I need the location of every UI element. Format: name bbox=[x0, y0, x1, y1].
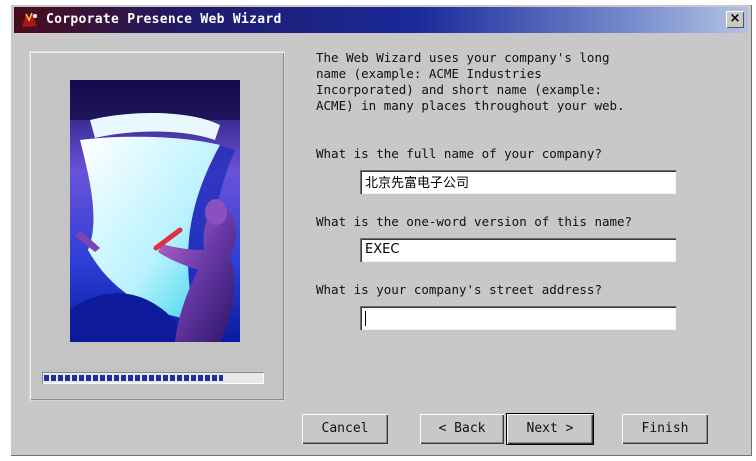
close-icon: × bbox=[729, 11, 741, 26]
app-icon bbox=[22, 12, 37, 27]
short-name-field[interactable] bbox=[360, 238, 676, 262]
progress-fill bbox=[44, 375, 223, 381]
next-button[interactable]: Next > bbox=[507, 414, 593, 444]
short-name-input[interactable] bbox=[363, 241, 675, 258]
wizard-illustration-panel bbox=[30, 52, 284, 400]
wizard-illustration bbox=[70, 80, 240, 342]
back-button[interactable]: < Back bbox=[420, 414, 504, 444]
title-bar[interactable]: Corporate Presence Web Wizard × bbox=[14, 7, 748, 33]
street-address-label: What is your company's street address? bbox=[316, 282, 602, 297]
wizard-window: Corporate Presence Web Wizard × The Web … bbox=[10, 4, 752, 456]
street-address-input[interactable] bbox=[363, 309, 675, 326]
street-address-field[interactable] bbox=[360, 306, 676, 330]
intro-text: The Web Wizard uses your company's long … bbox=[316, 50, 625, 113]
full-name-label: What is the full name of your company? bbox=[316, 146, 602, 161]
full-name-field[interactable] bbox=[360, 170, 676, 194]
wizard-progress-bar bbox=[42, 372, 264, 384]
close-button[interactable]: × bbox=[726, 11, 744, 28]
short-name-label: What is the one-word version of this nam… bbox=[316, 214, 633, 229]
finish-button[interactable]: Finish bbox=[622, 414, 708, 444]
full-name-input[interactable] bbox=[363, 173, 675, 190]
text-caret bbox=[365, 311, 366, 326]
cancel-button[interactable]: Cancel bbox=[302, 414, 388, 444]
window-title: Corporate Presence Web Wizard bbox=[46, 12, 282, 27]
